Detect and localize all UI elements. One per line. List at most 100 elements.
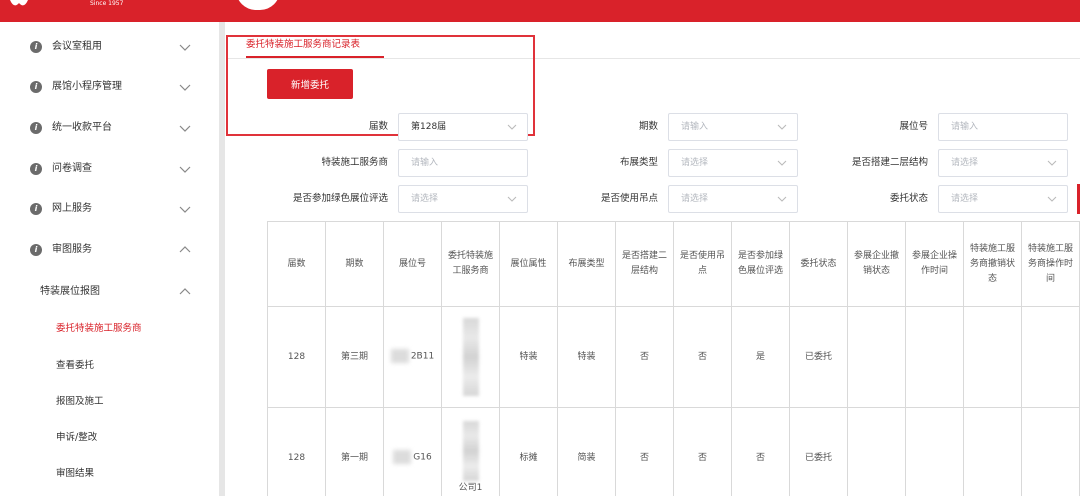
column-header: 参展企业撤销状态 — [847, 221, 906, 307]
cell-hanging: 否 — [673, 407, 732, 496]
sidebar-item-meeting-room[interactable]: i 会议室租用 — [0, 28, 220, 68]
contractor-input[interactable]: 请输入 — [398, 149, 528, 177]
cell-booth: G16 — [383, 407, 442, 496]
sidebar-item-survey[interactable]: i 问卷调查 — [0, 150, 220, 190]
cell-period: 第一期 — [325, 407, 384, 496]
cell-booth: 2B11 — [383, 306, 442, 408]
info-icon: i — [30, 163, 42, 175]
period-input-placeholder: 请输入 — [681, 122, 709, 132]
sidebar-item-label: 网上服务 — [52, 203, 92, 214]
column-header: 特装施工服务商操作时间 — [1021, 221, 1080, 307]
session-select-value: 第128届 — [411, 122, 447, 132]
main-content: 委托特装施工服务商记录表 新增委托 届数 第128届 期数 请输入 展位号 请输… — [226, 22, 1080, 496]
cell-status: 已委托 — [789, 306, 848, 408]
cell-second-floor: 否 — [615, 306, 674, 408]
chevron-down-icon — [507, 124, 517, 130]
second-floor-select-placeholder: 请选择 — [951, 158, 979, 168]
cell-session: 128 — [267, 306, 326, 408]
chevron-down-icon — [179, 206, 191, 213]
redacted-block — [462, 420, 479, 481]
info-icon: i — [30, 41, 42, 53]
sidebar-item-label: 统一收款平台 — [52, 122, 112, 133]
top-bar: Since 1957 — [0, 0, 1080, 22]
green-eval-select[interactable]: 请选择 — [398, 185, 528, 213]
cell-contractor: 公司1 — [441, 407, 500, 496]
chevron-up-icon — [179, 288, 191, 295]
column-header: 参展企业操作时间 — [905, 221, 964, 307]
column-header: 展位号 — [383, 221, 442, 307]
filter-label-booth-no: 展位号 — [899, 121, 928, 132]
filter-label-green-eval: 是否参加绿色展位评选 — [292, 193, 388, 204]
hanging-select[interactable]: 请选择 — [668, 185, 798, 213]
chevron-down-icon — [1047, 196, 1057, 202]
sidebar-leaf-label: 查看委托 — [56, 360, 95, 371]
booth-no-input[interactable]: 请输入 — [938, 113, 1068, 141]
cell-hanging: 否 — [673, 306, 732, 408]
column-header: 是否参加绿色展位评选 — [731, 221, 790, 307]
column-header: 委托状态 — [789, 221, 848, 307]
info-icon: i — [30, 122, 42, 134]
sidebar-leaf-drawing-construction[interactable]: 报图及施工 — [0, 387, 220, 417]
sidebar-item-drawing-review[interactable]: i 审图服务 — [0, 231, 220, 271]
filter-label-session: 届数 — [368, 121, 388, 132]
layout-type-select-placeholder: 请选择 — [681, 158, 709, 168]
cell-period: 第三期 — [325, 306, 384, 408]
column-header: 届数 — [267, 221, 326, 307]
chevron-up-icon — [179, 246, 191, 253]
cell-ex-time — [905, 306, 964, 408]
chevron-down-icon — [179, 125, 191, 132]
cell-green: 否 — [731, 407, 790, 496]
sidebar-submenu-special-booth[interactable]: 特装展位报图 — [0, 277, 220, 307]
sidebar-leaf-review-result[interactable]: 审图结果 — [0, 459, 220, 489]
period-input[interactable]: 请输入 — [668, 113, 798, 141]
redacted-block — [462, 318, 479, 396]
sidebar-leaf-appeal[interactable]: 申诉/整改 — [0, 423, 220, 453]
cell-sc-cancel — [963, 407, 1022, 496]
cell-booth-text: 2B11 — [410, 351, 435, 362]
sidebar-item-mini-program[interactable]: i 展馆小程序管理 — [0, 68, 220, 108]
column-header: 是否使用吊点 — [673, 221, 732, 307]
entrust-status-select[interactable]: 请选择 — [938, 185, 1068, 213]
sidebar-item-payment[interactable]: i 统一收款平台 — [0, 109, 220, 149]
sidebar-item-online-service[interactable]: i 网上服务 — [0, 190, 220, 230]
column-header: 特装施工服务商撤销状态 — [963, 221, 1022, 307]
cell-ex-cancel — [847, 407, 906, 496]
sidebar-leaf-label: 申诉/整改 — [56, 432, 98, 443]
redacted-block — [393, 450, 412, 465]
sidebar-leaf-view-entrust[interactable]: 查看委托 — [0, 351, 220, 381]
session-select[interactable]: 第128届 — [398, 113, 528, 141]
cell-status: 已委托 — [789, 407, 848, 496]
sidebar-leaf-entrust-contractor[interactable]: 委托特装施工服务商 — [0, 314, 220, 344]
chevron-down-icon — [1047, 160, 1057, 166]
cell-layout: 特装 — [557, 306, 616, 408]
redacted-block — [390, 349, 409, 364]
layout-type-select[interactable]: 请选择 — [668, 149, 798, 177]
sidebar-submenu-label: 特装展位报图 — [40, 286, 100, 297]
table-row[interactable]: 128 第三期 2B11 特装 特装 否 否 是 已委托 — [267, 306, 1080, 408]
sidebar-scrollbar[interactable] — [219, 22, 225, 496]
table-row[interactable]: 128 第一期 G16 公司1 标摊 简装 否 否 否 已委托 — [267, 407, 1080, 496]
home-tab[interactable] — [236, 0, 280, 10]
info-icon: i — [30, 81, 42, 93]
cell-contractor-text: 公司1 — [458, 482, 483, 493]
filter-label-layout-type: 布展类型 — [619, 157, 658, 168]
cell-booth-text: G16 — [413, 452, 432, 463]
add-entrust-button[interactable]: 新增委托 — [267, 69, 353, 99]
column-header: 期数 — [325, 221, 384, 307]
cell-layout: 简装 — [557, 407, 616, 496]
cell-session: 128 — [267, 407, 326, 496]
brand-logo-icon — [10, 0, 28, 6]
column-header: 布展类型 — [557, 221, 616, 307]
booth-no-input-placeholder: 请输入 — [951, 122, 979, 132]
cell-ex-cancel — [847, 306, 906, 408]
contractor-input-placeholder: 请输入 — [411, 158, 439, 168]
second-floor-select[interactable]: 请选择 — [938, 149, 1068, 177]
sidebar: i 会议室租用 i 展馆小程序管理 i 统一收款平台 i 问卷调查 i 网上服务… — [0, 22, 220, 496]
entrust-table: 届数 期数 展位号 委托特装施工服务商 展位属性 布展类型 是否搭建二层结构 是… — [267, 221, 1080, 496]
info-icon: i — [30, 244, 42, 256]
green-eval-select-placeholder: 请选择 — [411, 194, 439, 204]
sidebar-item-label: 会议室租用 — [52, 41, 102, 52]
chevron-down-icon — [507, 196, 517, 202]
sidebar-item-label: 审图服务 — [52, 244, 92, 255]
sidebar-item-label: 问卷调查 — [52, 163, 92, 174]
